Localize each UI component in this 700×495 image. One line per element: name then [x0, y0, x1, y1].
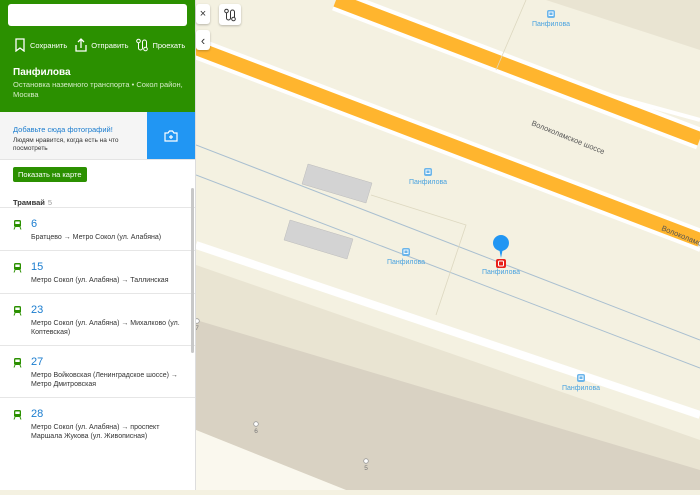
map[interactable]: Панфилова Панфилова Панфилова Панфилова П…: [192, 0, 700, 490]
route-number[interactable]: 6: [31, 218, 195, 230]
bookmark-icon: [15, 38, 25, 52]
stop-marker[interactable]: Панфилова: [409, 168, 447, 186]
stop-label: Панфилова: [409, 179, 447, 186]
stop-label: Панфилова: [532, 21, 570, 28]
platform-outline: [370, 194, 467, 316]
tram-icon: [13, 358, 22, 368]
route-direction: Метро Войковская (Ленинградское шоссе) →…: [31, 372, 178, 388]
add-photo-banner: Добавьте сюда фотографий! Людям нравится…: [0, 112, 195, 160]
house-number: 7: [194, 318, 200, 332]
route-button[interactable]: Проехать: [136, 38, 185, 52]
tram-icon: [13, 410, 22, 420]
road-volokolamskoe: [193, 41, 700, 247]
tram-icon: [13, 220, 22, 230]
tram-icon: [13, 306, 22, 316]
section-header: Трамвай 5: [0, 182, 195, 207]
stop-label: Панфилова: [482, 269, 520, 276]
route-map-button[interactable]: [219, 4, 241, 25]
scrollbar[interactable]: [191, 188, 194, 353]
bus-stop-icon: [577, 374, 585, 382]
share-label: Отправить: [91, 40, 129, 50]
add-photo-button[interactable]: [147, 112, 195, 159]
stop-label: Панфилова: [562, 385, 600, 392]
route-item[interactable]: 23 Метро Сокол (ул. Алабяна) → Михалково…: [0, 293, 195, 345]
place-subtitle: Остановка наземного транспорта • Сокол р…: [13, 80, 183, 99]
add-photo-text: Людям нравится, когда есть на что посмот…: [13, 137, 119, 152]
section-count: 5: [47, 198, 53, 207]
route-direction: Метро Сокол (ул. Алабяна) → Таллинская: [31, 277, 169, 284]
route-item[interactable]: 6 Братцево → Метро Сокол (ул. Алабяна): [0, 207, 195, 250]
add-photo-title[interactable]: Добавьте сюда фотографий!: [13, 125, 147, 134]
bus-stop-icon: [547, 10, 555, 18]
route-number[interactable]: 28: [31, 408, 195, 420]
camera-plus-icon: [164, 129, 178, 142]
building: [283, 219, 354, 260]
close-button[interactable]: ×: [196, 4, 210, 24]
stop-label: Панфилова: [387, 259, 425, 266]
house-number: 5: [363, 458, 369, 472]
share-icon: [75, 38, 87, 52]
building: [301, 163, 373, 204]
collapse-panel-button[interactable]: ‹: [196, 30, 210, 50]
route-direction: Братцево → Метро Сокол (ул. Алабяна): [31, 234, 162, 241]
place-panel: Сохранить Отправить Проехать Панфилова О…: [0, 0, 196, 490]
route-item[interactable]: 27 Метро Войковская (Ленинградское шоссе…: [0, 345, 195, 397]
house-number-label: 6: [254, 428, 258, 435]
place-header: Сохранить Отправить Проехать Панфилова О…: [0, 0, 195, 112]
save-button[interactable]: Сохранить: [14, 38, 67, 52]
stop-marker[interactable]: Панфилова: [532, 10, 570, 28]
route-number[interactable]: 23: [31, 304, 195, 316]
show-on-map-button[interactable]: Показать на карте: [13, 167, 87, 182]
bus-stop-icon: [402, 248, 410, 256]
route-icon: [136, 38, 149, 52]
share-button[interactable]: Отправить: [75, 38, 128, 52]
route-direction: Метро Сокол (ул. Алабяна) → Михалково (у…: [31, 320, 180, 336]
page-title: Панфилова: [13, 67, 71, 78]
route-item[interactable]: 15 Метро Сокол (ул. Алабяна) → Таллинска…: [0, 250, 195, 293]
tram-icon: [13, 263, 22, 273]
route-item[interactable]: 28 Метро Сокол (ул. Алабяна) → проспект …: [0, 397, 195, 449]
section-title: Трамвай: [13, 198, 45, 207]
bus-stop-icon: [424, 168, 432, 176]
save-label: Сохранить: [30, 40, 68, 50]
house-number-label: 5: [364, 465, 368, 472]
route-number[interactable]: 15: [31, 261, 195, 273]
street-label: Волоколамское шоссе: [530, 119, 606, 157]
selected-stop-pin[interactable]: [493, 235, 509, 268]
house-number: 6: [253, 421, 259, 435]
route-direction: Метро Сокол (ул. Алабяна) → проспект Мар…: [31, 424, 160, 440]
route-icon: [224, 8, 236, 21]
route-label: Проехать: [152, 40, 186, 50]
search-input[interactable]: [8, 4, 187, 26]
house-number-label: 7: [196, 325, 199, 332]
route-number[interactable]: 27: [31, 356, 195, 368]
